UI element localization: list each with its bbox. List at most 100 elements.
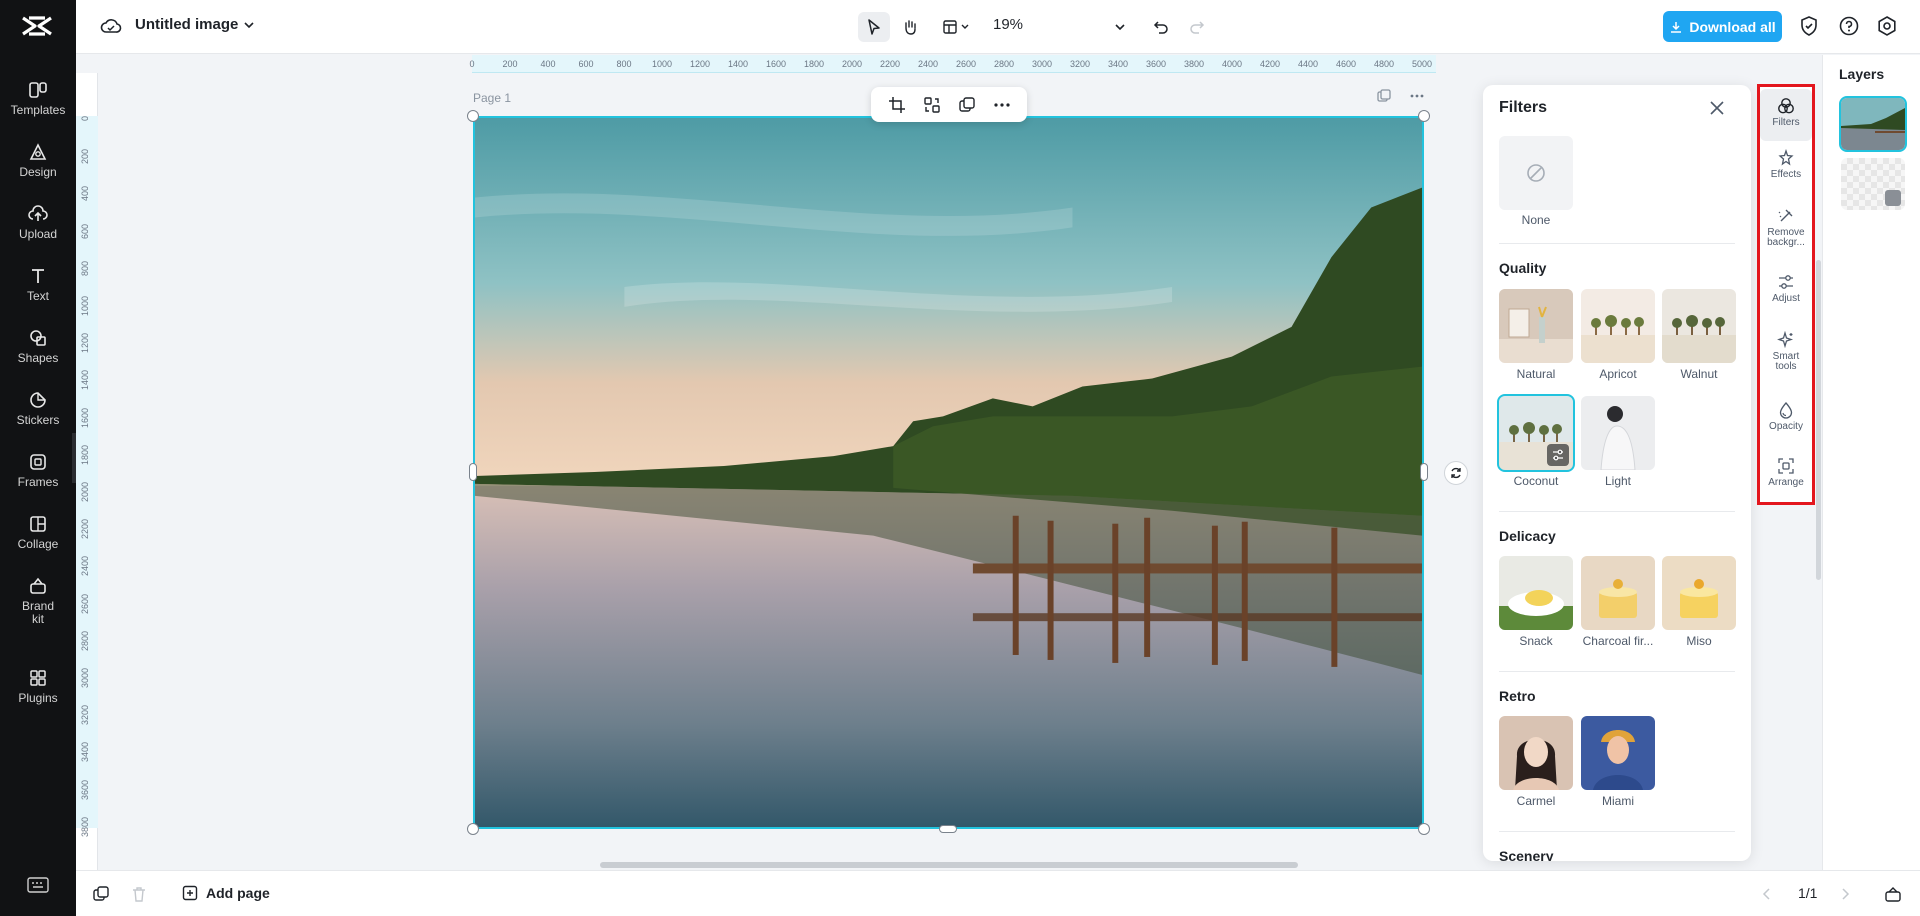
layer-background[interactable] [1841,158,1905,210]
filter-label: Charcoal fir... [1582,634,1654,648]
chevron-left-icon[interactable] [1760,887,1774,901]
tool-arrange[interactable]: Arrange [1760,457,1812,488]
tool-label: Adjust [1772,293,1800,304]
download-icon [1671,21,1682,33]
nav-label: Stickers [16,413,60,427]
ruler-tick-label: 3600 [1146,59,1167,69]
top-bar: Untitled image 19% Download all [76,0,1920,54]
filter-coconut[interactable] [1497,394,1575,472]
tool-remove-background[interactable]: Remove backgr... [1760,207,1812,248]
filter-label: Walnut [1680,367,1718,381]
canvas-image[interactable] [473,116,1424,829]
nav-design[interactable]: Design [0,142,76,200]
ruler-tick-label: 2400 [918,59,939,69]
resize-handle-top-left[interactable] [467,110,479,122]
layers-stack-icon[interactable] [1884,885,1902,903]
filter-snack[interactable] [1499,556,1573,630]
replace-icon[interactable] [923,96,941,114]
hand-tool-button[interactable] [894,12,926,42]
divider [1499,511,1735,512]
nav-collage[interactable]: Collage [0,514,76,572]
tool-label: Smart tools [1772,351,1800,372]
resize-handle-bottom-left[interactable] [467,823,479,835]
nav-plugins[interactable]: Plugins [0,668,76,726]
zoom-level[interactable]: 19% [993,16,1023,33]
vertical-scrollbar[interactable] [1816,260,1821,580]
filter-apricot[interactable] [1581,289,1655,363]
nav-shapes[interactable]: Shapes [0,328,76,386]
filter-preview [1581,289,1655,363]
zoom-dropdown-button[interactable] [1108,12,1132,42]
page-options[interactable] [1376,88,1426,106]
undo-button[interactable] [1146,12,1176,42]
resize-handle-left[interactable] [469,463,477,481]
layout-icon [943,20,957,34]
filter-miso[interactable] [1662,556,1736,630]
more-icon[interactable] [993,96,1011,114]
horizontal-scrollbar[interactable] [600,862,1298,868]
resize-handle-right[interactable] [1420,463,1428,481]
filter-charcoal-fire[interactable] [1581,556,1655,630]
filter-none[interactable] [1499,136,1573,210]
ruler-tick-label: 1200 [690,59,711,69]
settings-icon[interactable] [1876,15,1898,37]
keyboard-icon[interactable] [27,876,49,894]
layer-image[interactable] [1839,96,1907,152]
filter-carmel[interactable] [1499,716,1573,790]
ruler-tick-label: 1800 [80,444,90,465]
nav-upload[interactable]: Upload [0,204,76,262]
nav-text[interactable]: Text [0,266,76,324]
resize-handle-bottom[interactable] [939,825,957,833]
filter-label: Apricot [1599,367,1637,381]
ruler-tick-label: 400 [540,59,556,69]
ruler-tick-label: 1400 [80,370,90,391]
nav-stickers[interactable]: Stickers [0,390,76,448]
ruler-tick-label: 2400 [80,556,90,577]
filter-natural[interactable] [1499,289,1573,363]
filter-miami[interactable] [1581,716,1655,790]
ruler-tick-label: 200 [80,149,90,165]
cloud-icon[interactable] [100,16,122,36]
chevron-down-icon[interactable] [242,18,256,32]
layout-menu-button[interactable] [936,12,976,42]
close-icon[interactable] [1708,99,1726,117]
nav-templates[interactable]: Templates [0,80,76,138]
ruler-tick-label: 0 [469,59,475,69]
rotate-handle[interactable] [1444,461,1468,485]
trash-icon[interactable] [130,885,148,903]
filter-settings-badge[interactable] [1547,444,1569,466]
add-page-button[interactable]: Add page [182,885,270,901]
filter-light[interactable] [1581,396,1655,470]
stickers-icon [30,392,46,408]
resize-handle-top-right[interactable] [1418,110,1430,122]
tool-opacity[interactable]: Opacity [1760,401,1812,432]
upload-icon [28,205,48,221]
resize-handle-bottom-right[interactable] [1418,823,1430,835]
chevron-right-icon[interactable] [1838,887,1852,901]
select-tool-button[interactable] [858,12,890,42]
tool-filters[interactable]: Filters [1760,89,1812,141]
capcut-logo[interactable] [20,13,54,39]
duplicate-icon[interactable] [958,96,976,114]
download-all-button[interactable]: Download all [1663,11,1782,42]
nav-label: Templates [10,103,66,117]
bottom-bar: Add page 1/1 [76,870,1920,916]
tool-effects[interactable]: Effects [1760,149,1812,180]
crop-icon[interactable] [888,96,906,114]
redo-button[interactable] [1182,12,1212,42]
ruler-tick-label: 4400 [1298,59,1319,69]
document-title[interactable]: Untitled image [135,16,238,33]
help-icon[interactable] [1838,15,1860,37]
ruler-tick-label: 3200 [1070,59,1091,69]
brand-kit-icon [30,577,46,594]
collage-icon [30,516,46,532]
tool-smart-tools[interactable]: Smart tools [1760,331,1812,372]
nav-brand-kit[interactable]: Brand kit [0,576,76,644]
nav-frames[interactable]: Frames [0,452,76,510]
tool-adjust[interactable]: Adjust [1760,273,1812,304]
duplicate-page-icon[interactable] [92,885,110,903]
ruler-tick-label: 1600 [80,407,90,428]
shield-check-icon[interactable] [1798,15,1820,37]
ruler-tick-label: 5000 [1412,59,1433,69]
filter-walnut[interactable] [1662,289,1736,363]
